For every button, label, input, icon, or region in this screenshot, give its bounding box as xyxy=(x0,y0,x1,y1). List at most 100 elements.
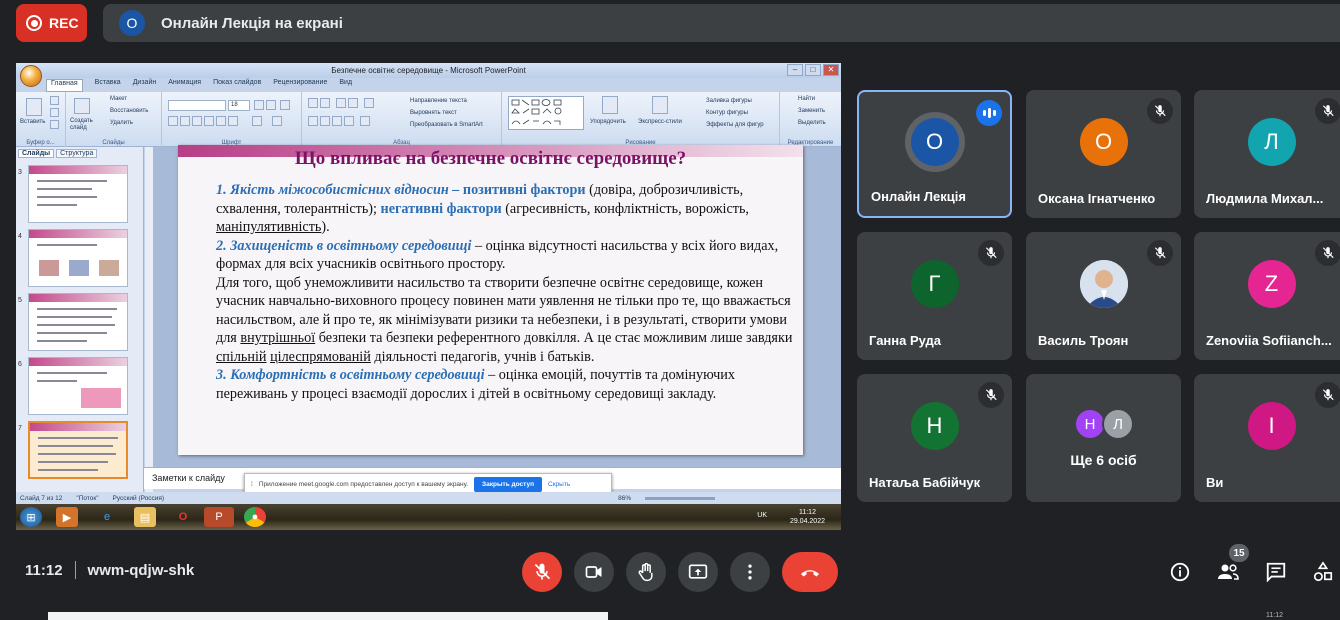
rec-indicator[interactable]: REC xyxy=(16,4,87,42)
participant-tile[interactable]: Л Людмила Михал... xyxy=(1194,90,1340,218)
meeting-info-button[interactable] xyxy=(1166,558,1194,586)
change-case-icon[interactable] xyxy=(252,116,262,126)
paste-icon[interactable] xyxy=(26,98,42,116)
explorer-icon[interactable]: ▤ xyxy=(134,507,156,527)
tab-slideshow[interactable]: Показ слайдов xyxy=(213,79,261,92)
drag-handle-icon[interactable]: ⁞ xyxy=(251,481,253,488)
zoom-slider[interactable] xyxy=(645,496,716,500)
maximize-icon[interactable]: □ xyxy=(805,64,821,76)
stop-sharing-button[interactable]: Закрыть доступ xyxy=(474,476,543,492)
quick-styles-icon[interactable] xyxy=(652,96,668,114)
shape-fill-button[interactable]: Заливка фигуры xyxy=(706,98,752,104)
find-button[interactable]: Найти xyxy=(798,96,815,102)
slide-thumbnail[interactable] xyxy=(28,357,128,415)
increase-indent-icon[interactable] xyxy=(348,98,358,108)
arrange-button[interactable]: Упорядочить xyxy=(590,119,626,125)
slide-thumbnail-selected[interactable] xyxy=(28,421,128,479)
keyboard-language[interactable]: UK xyxy=(757,512,767,519)
smartart-button[interactable]: Преобразовать в SmartArt xyxy=(410,122,483,128)
quick-styles-button[interactable]: Экспресс-стили xyxy=(638,119,682,125)
group-editing: Найти Заменить Выделить Редактирование xyxy=(780,92,841,147)
chrome-icon[interactable]: ● xyxy=(244,507,266,527)
decrease-indent-icon[interactable] xyxy=(336,98,346,108)
new-slide-button[interactable]: Создать слайд xyxy=(70,118,100,132)
activities-button[interactable] xyxy=(1310,558,1336,586)
font-name-box[interactable] xyxy=(168,100,226,111)
slide-thumbnail[interactable] xyxy=(28,229,128,287)
present-screen-button[interactable] xyxy=(678,552,718,592)
spacing-icon[interactable] xyxy=(228,116,238,126)
tab-outline[interactable]: Структура xyxy=(56,149,98,158)
grow-font-icon[interactable] xyxy=(254,100,264,110)
leave-call-button[interactable] xyxy=(782,552,838,592)
hide-notice-button[interactable]: Скрыть xyxy=(548,481,570,488)
tab-insert[interactable]: Вставка xyxy=(95,79,121,92)
chat-button[interactable] xyxy=(1262,558,1290,586)
delete-slide-button[interactable]: Удалить xyxy=(110,120,133,126)
tab-animation[interactable]: Анимация xyxy=(168,79,201,92)
shadow-icon[interactable] xyxy=(204,116,214,126)
replace-button[interactable]: Заменить xyxy=(798,108,825,114)
cut-icon[interactable] xyxy=(50,96,59,105)
participant-tile[interactable]: O Онлайн Лекція xyxy=(857,90,1012,218)
opera-icon[interactable]: O xyxy=(172,507,194,527)
font-color-icon[interactable] xyxy=(272,116,282,126)
bullets-icon[interactable] xyxy=(308,98,318,108)
shape-outline-button[interactable]: Контур фигуры xyxy=(706,110,748,116)
tab-slides[interactable]: Слайды xyxy=(18,149,55,158)
slide-thumbnail[interactable] xyxy=(28,293,128,351)
tab-home[interactable]: Главная xyxy=(46,79,83,92)
taskbar-clock[interactable]: 11:12 29.04.2022 xyxy=(790,508,825,526)
align-right-icon[interactable] xyxy=(332,116,342,126)
layout-button[interactable]: Макет xyxy=(110,96,127,102)
media-player-icon[interactable]: ▶ xyxy=(56,507,78,527)
close-icon[interactable]: ✕ xyxy=(823,64,839,76)
text-direction-button[interactable]: Направление текста xyxy=(410,98,467,104)
numbering-icon[interactable] xyxy=(320,98,330,108)
office-button-icon[interactable] xyxy=(20,65,42,87)
align-center-icon[interactable] xyxy=(320,116,330,126)
copy-icon[interactable] xyxy=(50,108,59,117)
shrink-font-icon[interactable] xyxy=(266,100,276,110)
clear-format-icon[interactable] xyxy=(280,100,290,110)
participant-tile[interactable]: Василь Троян xyxy=(1026,232,1181,360)
align-text-button[interactable]: Выровнять текст xyxy=(410,110,457,116)
start-icon[interactable]: ⊞ xyxy=(20,507,42,527)
paste-button[interactable]: Вставить xyxy=(20,119,45,125)
strikethrough-icon[interactable] xyxy=(216,116,226,126)
columns-icon[interactable] xyxy=(360,116,370,126)
minimize-icon[interactable]: – xyxy=(787,64,803,76)
camera-toggle-button[interactable] xyxy=(574,552,614,592)
arrange-icon[interactable] xyxy=(602,96,618,114)
tab-view[interactable]: Вид xyxy=(339,79,352,92)
more-options-button[interactable] xyxy=(730,552,770,592)
people-button[interactable] xyxy=(1214,558,1242,586)
format-painter-icon[interactable] xyxy=(50,120,59,129)
mic-toggle-button[interactable] xyxy=(522,552,562,592)
align-left-icon[interactable] xyxy=(308,116,318,126)
tab-design[interactable]: Дизайн xyxy=(133,79,157,92)
more-participants-tile[interactable]: Н Л Ще 6 осіб xyxy=(1026,374,1181,502)
raise-hand-button[interactable] xyxy=(626,552,666,592)
participant-tile[interactable]: Г Ганна Руда xyxy=(857,232,1012,360)
font-size-box[interactable]: 18 xyxy=(228,100,250,111)
line-spacing-icon[interactable] xyxy=(364,98,374,108)
slide-thumbnail[interactable] xyxy=(28,165,128,223)
underline-icon[interactable] xyxy=(192,116,202,126)
shape-effects-button[interactable]: Эффекты для фигур xyxy=(706,122,764,128)
participant-tile[interactable]: Z Zenoviia Sofiianch... xyxy=(1194,232,1340,360)
tab-review[interactable]: Рецензирование xyxy=(273,79,327,92)
ie-icon[interactable]: e xyxy=(96,507,118,527)
participant-tile[interactable]: Н Натаља Бабійчук xyxy=(857,374,1012,502)
select-button[interactable]: Выделить xyxy=(798,120,826,126)
powerpoint-icon[interactable]: P xyxy=(204,507,234,527)
participant-tile[interactable]: О Оксана Ігнатченко xyxy=(1026,90,1181,218)
bold-icon[interactable] xyxy=(168,116,178,126)
reset-button[interactable]: Восстановить xyxy=(110,108,148,114)
self-tile[interactable]: І Ви xyxy=(1194,374,1340,502)
shapes-gallery[interactable] xyxy=(508,96,584,130)
new-slide-icon[interactable] xyxy=(74,98,90,114)
justify-icon[interactable] xyxy=(344,116,354,126)
italic-icon[interactable] xyxy=(180,116,190,126)
thumbnail-scrollbar[interactable] xyxy=(145,147,153,492)
